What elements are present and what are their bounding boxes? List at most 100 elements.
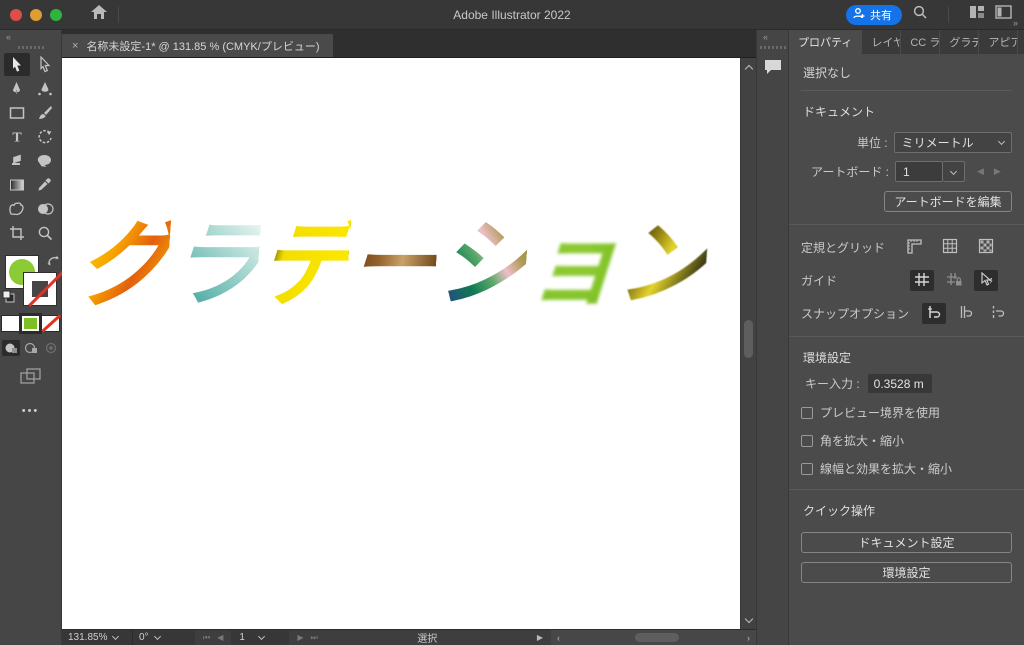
vertical-scrollbar[interactable] bbox=[740, 58, 756, 629]
zoom-tool[interactable] bbox=[32, 221, 58, 244]
gradient-button[interactable] bbox=[22, 316, 39, 331]
draw-behind-mode-button[interactable] bbox=[22, 340, 40, 356]
minimize-window-button[interactable] bbox=[30, 9, 42, 21]
snap-to-grid-button[interactable] bbox=[954, 303, 978, 324]
rotation-dropdown[interactable]: 0° bbox=[133, 630, 195, 645]
gradient-char[interactable]: ョ bbox=[523, 212, 620, 318]
smart-guides-button[interactable] bbox=[974, 270, 998, 291]
document-tab-title: 名称未設定-1* @ 131.85 % (CMYK/プレビュー) bbox=[86, 38, 319, 54]
keyboard-increment-field[interactable]: 0.3528 m bbox=[868, 374, 932, 393]
snap-to-point-button[interactable] bbox=[922, 303, 946, 324]
document-tab[interactable]: × 名称未設定-1* @ 131.85 % (CMYK/プレビュー) bbox=[62, 34, 333, 57]
artboard-number-dropdown[interactable]: 1 bbox=[231, 630, 289, 645]
horizontal-scrollbar[interactable]: ‹ › bbox=[551, 630, 756, 645]
prev-artboard-icon[interactable]: ◀ bbox=[977, 166, 984, 177]
panels-layout-icon[interactable] bbox=[995, 5, 1012, 24]
draw-inside-mode-button[interactable] bbox=[42, 340, 60, 356]
hand-tool[interactable] bbox=[4, 197, 30, 220]
gradient-char[interactable]: ー bbox=[344, 212, 440, 318]
tab-cc-libraries[interactable]: CC ラ bbox=[901, 30, 940, 54]
show-grid-button[interactable] bbox=[938, 237, 962, 258]
zoom-level-dropdown[interactable]: 131.85% bbox=[62, 630, 132, 645]
scroll-right-icon[interactable]: › bbox=[741, 633, 756, 643]
curvature-tool[interactable] bbox=[32, 77, 58, 100]
gradient-char[interactable]: ン bbox=[613, 212, 710, 318]
gradient-char[interactable]: ラ bbox=[164, 212, 261, 318]
tools-drag-grip[interactable] bbox=[18, 46, 44, 49]
swap-fill-stroke-button[interactable] bbox=[46, 254, 60, 272]
scroll-down-icon[interactable] bbox=[744, 615, 752, 623]
strip-collapse-arrow[interactable]: « bbox=[757, 30, 788, 44]
gradient-char[interactable]: シ bbox=[432, 212, 529, 318]
workspace-switcher-icon[interactable] bbox=[969, 5, 985, 24]
rotate-view-tool[interactable] bbox=[32, 149, 58, 172]
direct-selection-tool[interactable] bbox=[32, 53, 58, 76]
close-window-button[interactable] bbox=[10, 9, 22, 21]
edit-artboards-button[interactable]: アートボードを編集 bbox=[884, 191, 1012, 212]
artboard-tool[interactable] bbox=[4, 221, 30, 244]
lock-guides-button[interactable] bbox=[942, 270, 966, 291]
document-setup-button[interactable]: ドキュメント設定 bbox=[801, 532, 1012, 553]
artboard-select-field[interactable]: 1 bbox=[895, 161, 943, 182]
rectangle-tool[interactable] bbox=[4, 101, 30, 124]
show-transparency-grid-button[interactable] bbox=[974, 237, 998, 258]
close-tab-icon[interactable]: × bbox=[72, 40, 78, 52]
horizontal-scroll-thumb[interactable] bbox=[635, 633, 679, 642]
eraser-tool[interactable] bbox=[4, 149, 30, 172]
artboard-select-chevron[interactable] bbox=[943, 161, 965, 182]
eyedropper-tool[interactable] bbox=[32, 173, 58, 196]
strip-drag-grip[interactable] bbox=[760, 46, 786, 49]
scale-strokes-label: 線幅と効果を拡大・縮小 bbox=[820, 460, 952, 477]
share-button[interactable]: 共有 bbox=[846, 5, 902, 25]
scale-corners-label: 角を拡大・縮小 bbox=[820, 432, 904, 449]
keyboard-increment-value: 0.3528 m bbox=[874, 377, 924, 391]
first-artboard-button[interactable]: ⏮ bbox=[203, 633, 210, 643]
snap-to-pixel-button[interactable] bbox=[986, 303, 1010, 324]
selection-tool[interactable] bbox=[4, 53, 30, 76]
default-fill-stroke-button[interactable] bbox=[2, 290, 15, 308]
stroke-color-swatch[interactable] bbox=[24, 273, 56, 305]
vertical-scroll-thumb[interactable] bbox=[744, 320, 753, 358]
draw-normal-mode-button[interactable] bbox=[2, 340, 20, 356]
scroll-left-icon[interactable]: ‹ bbox=[551, 633, 566, 643]
type-tool[interactable]: T bbox=[4, 125, 30, 148]
preferences-button[interactable]: 環境設定 bbox=[801, 562, 1012, 583]
status-menu-arrow-icon[interactable]: ▶ bbox=[529, 633, 551, 642]
scale-strokes-checkbox[interactable] bbox=[801, 463, 813, 475]
unit-dropdown[interactable]: ミリメートル bbox=[894, 132, 1012, 153]
home-button[interactable] bbox=[90, 4, 108, 25]
gradient-tool[interactable] bbox=[4, 173, 30, 196]
preview-bounds-checkbox[interactable] bbox=[801, 407, 813, 419]
tab-appearance[interactable]: アピア bbox=[979, 30, 1018, 54]
next-artboard-button[interactable]: ▶ bbox=[297, 633, 303, 642]
next-artboard-icon[interactable]: ▶ bbox=[994, 166, 1001, 177]
screen-mode-button[interactable] bbox=[20, 368, 42, 391]
comment-tool-button[interactable] bbox=[760, 55, 786, 78]
gradient-text-object[interactable]: グラデーション bbox=[75, 218, 710, 313]
tab-properties[interactable]: プロパティ bbox=[789, 30, 862, 54]
scale-corners-checkbox[interactable] bbox=[801, 435, 813, 447]
rotate-tool[interactable] bbox=[32, 125, 58, 148]
hand-icon bbox=[8, 201, 25, 216]
artboard-canvas[interactable]: グラデーション bbox=[62, 58, 740, 629]
zoom-window-button[interactable] bbox=[50, 9, 62, 21]
color-button[interactable] bbox=[2, 316, 19, 331]
tab-layers[interactable]: レイヤ bbox=[862, 30, 901, 54]
grid-icon bbox=[942, 238, 958, 257]
tab-gradient[interactable]: グラデ bbox=[940, 30, 979, 54]
gradient-char[interactable]: デ bbox=[254, 212, 351, 318]
scroll-up-icon[interactable] bbox=[744, 65, 752, 73]
tools-collapse-arrow[interactable]: « bbox=[0, 30, 61, 44]
prev-artboard-button[interactable]: ◀ bbox=[217, 633, 223, 642]
panel-collapse-arrow[interactable]: » bbox=[1013, 18, 1018, 28]
search-icon[interactable] bbox=[912, 4, 928, 25]
show-guides-button[interactable] bbox=[910, 270, 934, 291]
show-rulers-button[interactable] bbox=[902, 237, 926, 258]
edit-toolbar-button[interactable]: ••• bbox=[22, 405, 40, 417]
paintbrush-tool[interactable] bbox=[32, 101, 58, 124]
shape-builder-tool[interactable] bbox=[32, 197, 58, 220]
pen-tool[interactable] bbox=[4, 77, 30, 100]
gradient-char[interactable]: グ bbox=[74, 212, 171, 318]
none-button[interactable] bbox=[42, 316, 59, 331]
last-artboard-button[interactable]: ⏭ bbox=[311, 633, 318, 643]
